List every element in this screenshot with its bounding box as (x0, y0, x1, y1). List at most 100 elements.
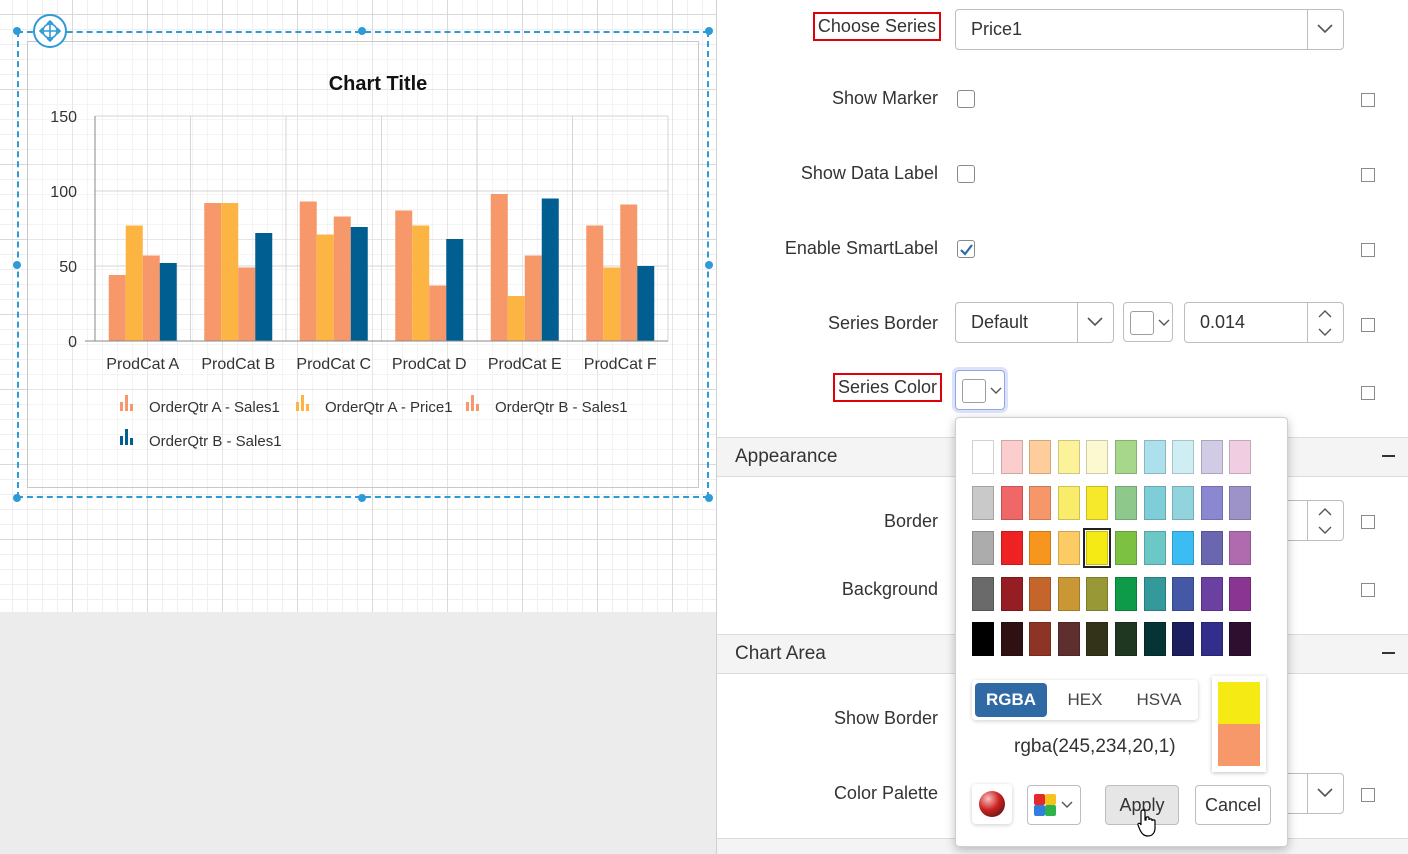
color-swatch[interactable] (1200, 622, 1223, 656)
color-swatch[interactable] (1143, 440, 1166, 474)
series-border-width-stepper[interactable]: 0.014 (1184, 302, 1344, 343)
color-swatch[interactable] (1057, 440, 1080, 474)
color-swatch[interactable] (972, 622, 994, 656)
chevron-down-icon (990, 387, 1002, 394)
color-swatch[interactable] (1115, 531, 1137, 565)
color-swatch[interactable] (1115, 485, 1137, 520)
legend-marker (130, 438, 133, 445)
color-swatch[interactable] (1057, 576, 1080, 611)
bar (108, 275, 126, 341)
spin-buttons[interactable] (1307, 501, 1343, 540)
enable-smartlabel-reset-checkbox[interactable] (1361, 243, 1375, 257)
cancel-button[interactable]: Cancel (1195, 785, 1271, 825)
color-swatch[interactable] (1000, 531, 1023, 565)
color-swatch[interactable] (972, 576, 994, 611)
color-swatch[interactable] (1229, 531, 1252, 565)
bar (142, 255, 160, 341)
show-data-label-reset-checkbox[interactable] (1361, 168, 1375, 182)
color-swatch[interactable] (1200, 531, 1223, 565)
appearance-section-title: Appearance (735, 446, 838, 467)
color-swatch[interactable] (1029, 485, 1052, 520)
gradient-picker-button[interactable] (972, 784, 1012, 824)
legend-marker (296, 402, 299, 411)
legend-marker (120, 402, 123, 411)
spin-buttons[interactable] (1307, 303, 1343, 342)
color-swatch[interactable] (1200, 485, 1223, 520)
color-swatch[interactable] (1057, 622, 1080, 656)
color-swatch[interactable] (1086, 576, 1109, 611)
border-reset-checkbox[interactable] (1361, 515, 1375, 529)
legend-marker (471, 395, 474, 411)
bar (204, 203, 222, 341)
checkmark-icon (960, 244, 973, 256)
color-value-text[interactable]: rgba(245,234,20,1) (1014, 736, 1176, 758)
color-swatch[interactable] (1086, 485, 1109, 520)
previous-color-preview[interactable] (1218, 724, 1260, 766)
collapse-icon[interactable] (1382, 652, 1395, 654)
mode-rgba-button[interactable]: RGBA (975, 683, 1047, 717)
color-swatch[interactable] (1086, 622, 1109, 656)
spin-up-down-icon (1318, 310, 1332, 336)
color-swatch[interactable] (1000, 622, 1023, 656)
choose-series-dropdown[interactable]: Price1 (955, 9, 1344, 50)
bar (586, 225, 604, 341)
x-tick-label: ProdCat B (201, 356, 275, 373)
color-swatch[interactable] (1000, 440, 1023, 474)
series-color-label: Series Color (832, 373, 942, 402)
color-swatch[interactable] (1172, 622, 1195, 656)
palette-mode-button[interactable] (1027, 785, 1081, 825)
color-swatch[interactable] (1029, 622, 1052, 656)
color-swatch[interactable] (1229, 576, 1252, 611)
color-swatch[interactable] (1029, 576, 1052, 611)
color-swatch[interactable] (1229, 622, 1252, 656)
color-swatch[interactable] (972, 531, 994, 565)
bar (524, 255, 542, 341)
color-swatch[interactable] (1057, 531, 1080, 565)
color-swatch[interactable] (1057, 485, 1080, 520)
color-swatch[interactable] (1000, 485, 1023, 520)
color-swatch[interactable] (1115, 622, 1137, 656)
color-swatch[interactable] (1143, 576, 1166, 611)
color-swatch[interactable] (1229, 485, 1252, 520)
color-swatch[interactable] (1172, 576, 1195, 611)
show-marker-reset-checkbox[interactable] (1361, 93, 1375, 107)
collapse-icon[interactable] (1382, 455, 1395, 457)
color-swatch[interactable] (1000, 576, 1023, 611)
chevron-down-icon (1077, 303, 1113, 342)
legend-item: OrderQtr A - Price1 (296, 395, 453, 416)
color-swatch[interactable] (1115, 576, 1137, 611)
color-swatch[interactable] (972, 485, 994, 520)
show-marker-checkbox[interactable] (957, 90, 975, 108)
color-swatch[interactable] (1029, 440, 1052, 474)
color-swatch[interactable] (972, 440, 994, 474)
color-swatch[interactable] (1086, 440, 1109, 474)
color-swatch[interactable] (1029, 531, 1052, 565)
color-swatch[interactable] (1083, 528, 1112, 568)
bar (637, 266, 655, 341)
palette-grid-icon (1034, 794, 1073, 816)
series-border-reset-checkbox[interactable] (1361, 318, 1375, 332)
legend-label: OrderQtr A - Sales1 (149, 399, 280, 416)
color-swatch[interactable] (1115, 440, 1137, 474)
color-swatch[interactable] (1172, 440, 1195, 474)
mode-hsva-button[interactable]: HSVA (1123, 683, 1195, 717)
color-swatch[interactable] (1172, 531, 1195, 565)
color-swatch[interactable] (1200, 576, 1223, 611)
series-border-color-button[interactable] (1123, 302, 1173, 342)
series-color-button[interactable] (955, 370, 1005, 410)
color-swatch[interactable] (1143, 531, 1166, 565)
color-swatch[interactable] (1172, 485, 1195, 520)
show-data-label-checkbox[interactable] (957, 165, 975, 183)
mode-hex-button[interactable]: HEX (1049, 683, 1121, 717)
color-swatch[interactable] (1143, 485, 1166, 520)
enable-smartlabel-checkbox[interactable] (957, 240, 975, 258)
color-swatch[interactable] (1229, 440, 1252, 474)
bar (125, 225, 143, 341)
color-palette-reset-checkbox[interactable] (1361, 788, 1375, 802)
color-swatch[interactable] (1200, 440, 1223, 474)
bar (333, 216, 351, 341)
series-color-reset-checkbox[interactable] (1361, 386, 1375, 400)
color-swatch[interactable] (1143, 622, 1166, 656)
series-border-style-dropdown[interactable]: Default (955, 302, 1114, 343)
background-reset-checkbox[interactable] (1361, 583, 1375, 597)
